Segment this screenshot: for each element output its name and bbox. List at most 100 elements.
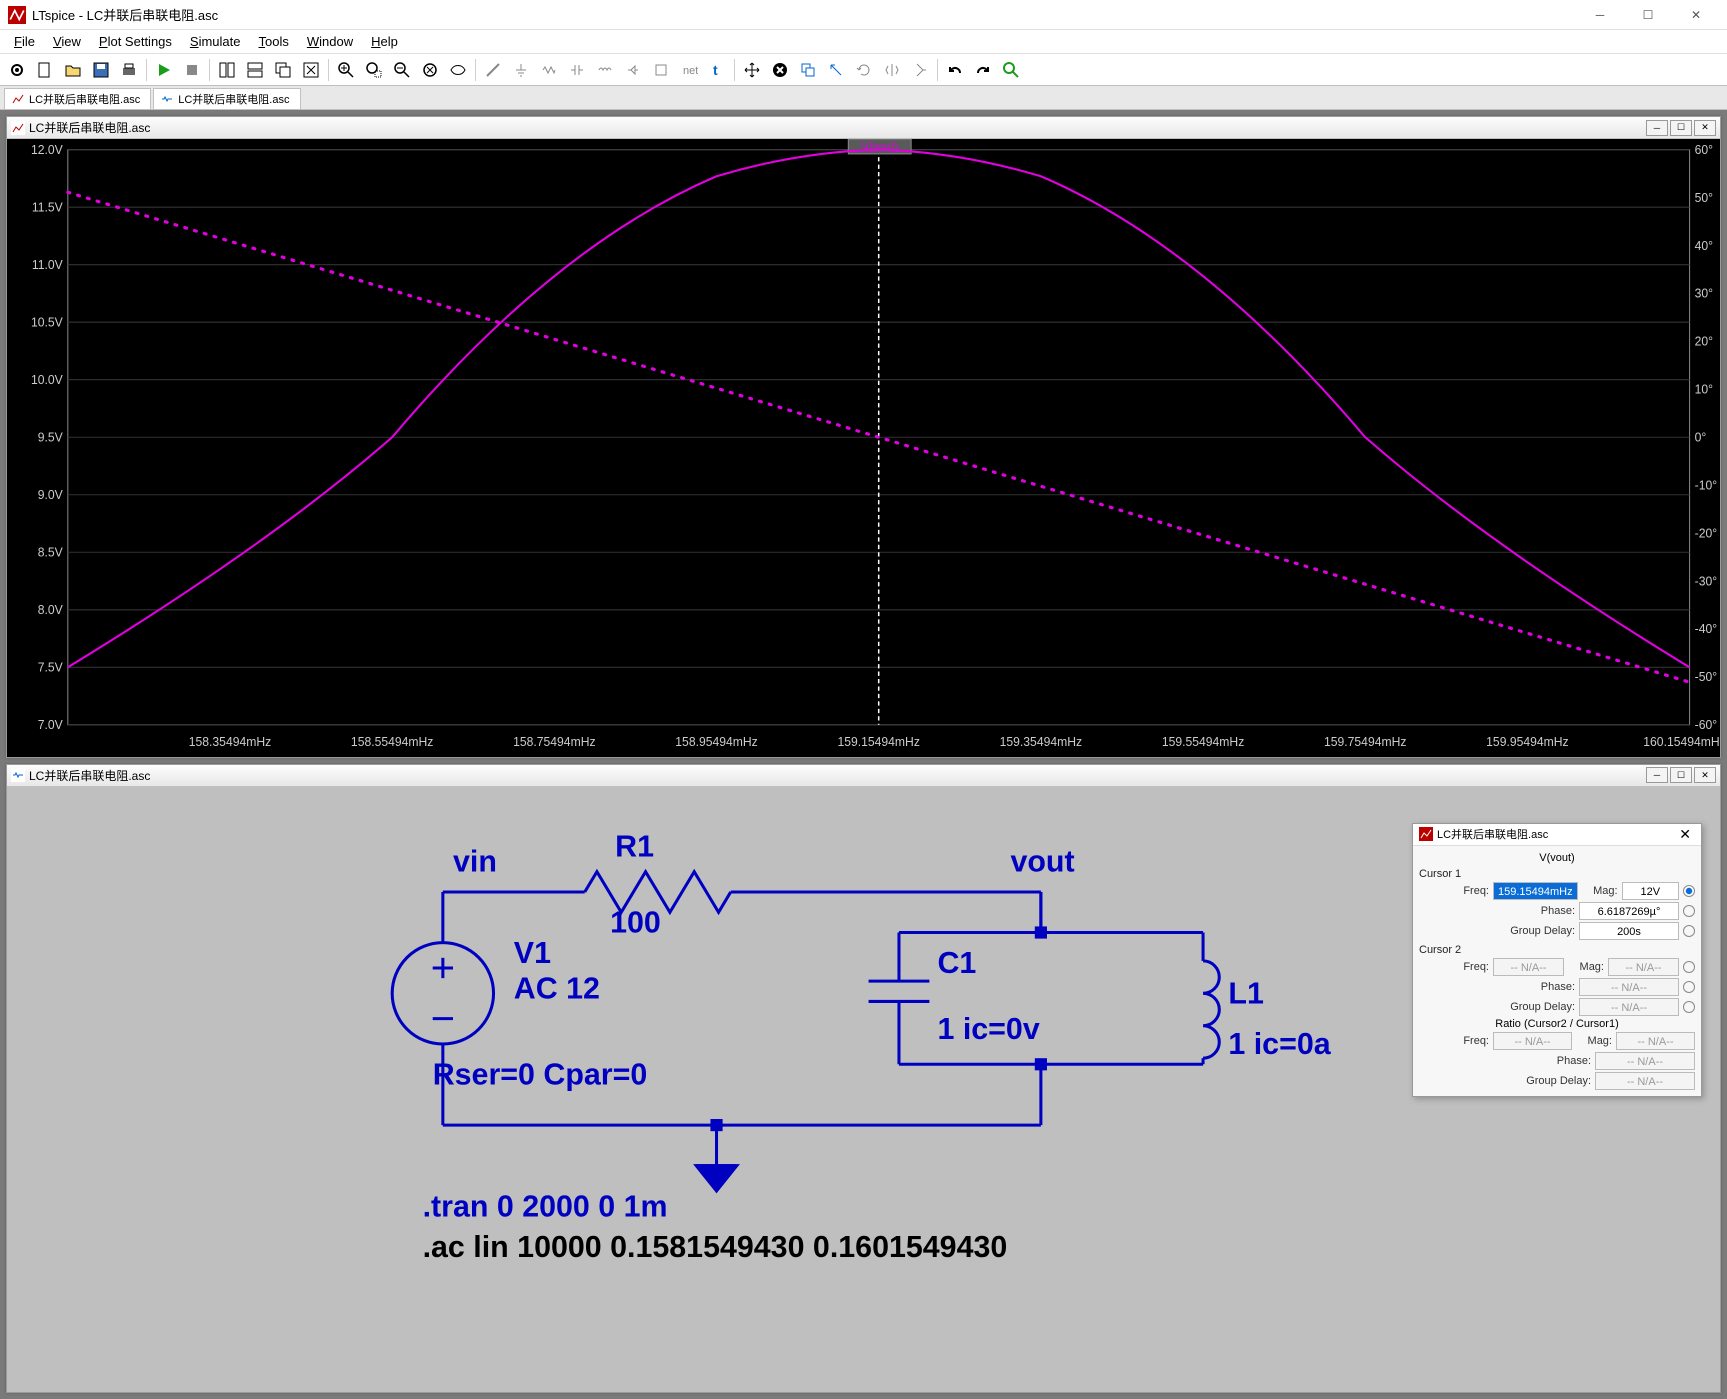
tool-text-icon[interactable]: t [704,57,730,83]
tool-netlabel-icon[interactable]: net [676,57,702,83]
window-close-button[interactable]: ✕ [1673,0,1719,30]
svg-text:-50°: -50° [1695,670,1717,684]
tool-zoom-fit-icon[interactable] [417,57,443,83]
cursor-panel-titlebar[interactable]: LC并联后串联电阻.asc ✕ [1413,824,1701,846]
svg-text:30°: 30° [1695,286,1713,300]
tab-schematic-label: LC并联后串联电阻.asc [178,91,289,107]
plot-window-close[interactable]: ✕ [1694,120,1716,136]
schematic-window-minimize[interactable]: ─ [1646,767,1668,783]
cursor1-phase-label: Phase: [1419,905,1575,917]
tool-capacitor-icon[interactable] [564,57,590,83]
cursor2-mag-value: -- N/A-- [1608,958,1679,976]
plot-canvas[interactable]: V(vout) 12.0V 11.5V 11.0V 10.5V 10.0V 9.… [7,139,1720,757]
schem-tran-directive: .tran 0 2000 0 1m [423,1189,668,1223]
cursor1-gd-label: Group Delay: [1419,925,1575,937]
svg-text:20°: 20° [1695,334,1713,348]
ratio-phase-value: -- N/A-- [1595,1052,1695,1070]
svg-text:158.75494mHz: 158.75494mHz [513,735,595,749]
menu-view[interactable]: View [45,32,89,51]
ratio-mag-label: Mag: [1576,1035,1612,1047]
tool-probe-icon[interactable] [998,57,1024,83]
cursor-ratio-heading: Ratio (Cursor2 / Cursor1) [1419,1018,1695,1030]
tool-component-icon[interactable] [648,57,674,83]
cursor1-phase-radio[interactable] [1683,905,1695,917]
cursor1-mag-radio[interactable] [1683,885,1695,897]
svg-text:-60°: -60° [1695,718,1717,732]
svg-text:40°: 40° [1695,239,1713,253]
tool-tile-v-icon[interactable] [214,57,240,83]
plot-window-titlebar[interactable]: LC并联后串联电阻.asc ─ ☐ ✕ [7,117,1720,139]
cursor1-phase-value[interactable]: 6.6187269µ° [1579,902,1679,920]
plot-tab-icon [11,92,25,106]
tool-redo-icon[interactable] [970,57,996,83]
tool-zoom-out-icon[interactable] [389,57,415,83]
cursor-trace-label: V(vout) [1419,852,1695,864]
cursor-panel-title: LC并联后串联电阻.asc [1437,826,1548,842]
plot-window-minimize[interactable]: ─ [1646,120,1668,136]
svg-text:159.55494mHz: 159.55494mHz [1162,735,1244,749]
tool-zoom-area-icon[interactable] [361,57,387,83]
svg-text:50°: 50° [1695,191,1713,205]
tool-close-win-icon[interactable] [298,57,324,83]
schematic-window-close[interactable]: ✕ [1694,767,1716,783]
cursor2-gd-label: Group Delay: [1419,1001,1575,1013]
schematic-window-titlebar[interactable]: LC并联后串联电阻.asc ─ ☐ ✕ [7,765,1720,787]
tab-plot[interactable]: LC并联后串联电阻.asc [4,88,151,109]
ratio-gd-label: Group Delay: [1419,1075,1591,1087]
tool-rotate-icon[interactable] [851,57,877,83]
plot-window-maximize[interactable]: ☐ [1670,120,1692,136]
tool-print-icon[interactable] [116,57,142,83]
cursor1-gd-value[interactable]: 200s [1579,922,1679,940]
tab-schematic[interactable]: LC并联后串联电阻.asc [153,88,300,109]
tool-duplicate-icon[interactable] [795,57,821,83]
cursor1-mag-value[interactable]: 12V [1622,882,1679,900]
menu-tools[interactable]: Tools [251,32,297,51]
tool-run-icon[interactable] [151,57,177,83]
tool-diode-icon[interactable] [620,57,646,83]
svg-text:-40°: -40° [1695,622,1717,636]
cursor-panel-close[interactable]: ✕ [1675,826,1695,843]
tool-ground-icon[interactable] [508,57,534,83]
tool-resistor-icon[interactable] [536,57,562,83]
tool-autorange-icon[interactable] [445,57,471,83]
schematic-window-maximize[interactable]: ☐ [1670,767,1692,783]
tool-drag-icon[interactable] [823,57,849,83]
tool-open-icon[interactable] [60,57,86,83]
cursor1-gd-radio[interactable] [1683,925,1695,937]
tool-save-icon[interactable] [88,57,114,83]
menu-help[interactable]: Help [363,32,406,51]
schem-l1-val: 1 ic=0a [1228,1027,1331,1061]
tool-wire-icon[interactable] [480,57,506,83]
tool-undo-icon[interactable] [942,57,968,83]
menu-file[interactable]: File [6,32,43,51]
cursor2-phase-radio[interactable] [1683,981,1695,993]
svg-text:7.5V: 7.5V [38,660,64,674]
schem-vin-label: vin [453,844,497,878]
tool-stop-icon[interactable] [179,57,205,83]
menu-plot-settings[interactable]: Plot Settings [91,32,180,51]
tool-new-icon[interactable] [32,57,58,83]
tool-delete-icon[interactable] [767,57,793,83]
tool-find-icon[interactable] [907,57,933,83]
tool-move-icon[interactable] [739,57,765,83]
tool-mirror-icon[interactable] [879,57,905,83]
cursor1-freq-value[interactable]: 159.15494mHz [1493,882,1578,900]
cursor2-mag-radio[interactable] [1683,961,1695,973]
window-maximize-button[interactable]: ☐ [1625,0,1671,30]
svg-text:11.0V: 11.0V [32,258,64,272]
cursor2-gd-radio[interactable] [1683,1001,1695,1013]
window-minimize-button[interactable]: ─ [1577,0,1623,30]
tool-settings-icon[interactable] [4,57,30,83]
schematic-canvas[interactable]: vin vout R1 100 V1 AC 12 Rser=0 Cpar=0 C… [7,787,1720,1392]
tool-tile-h-icon[interactable] [242,57,268,83]
menu-simulate[interactable]: Simulate [182,32,249,51]
schem-vout-label: vout [1010,844,1074,878]
menu-window[interactable]: Window [299,32,361,51]
tool-zoom-in-icon[interactable] [333,57,359,83]
cursor-panel[interactable]: LC并联后串联电阻.asc ✕ V(vout) Cursor 1 Freq: 1… [1412,823,1702,1097]
svg-text:-20°: -20° [1695,526,1717,540]
workspace: LC并联后串联电阻.asc ─ ☐ ✕ [0,110,1727,1399]
tool-cascade-icon[interactable] [270,57,296,83]
app-icon [8,6,26,24]
tool-inductor-icon[interactable] [592,57,618,83]
